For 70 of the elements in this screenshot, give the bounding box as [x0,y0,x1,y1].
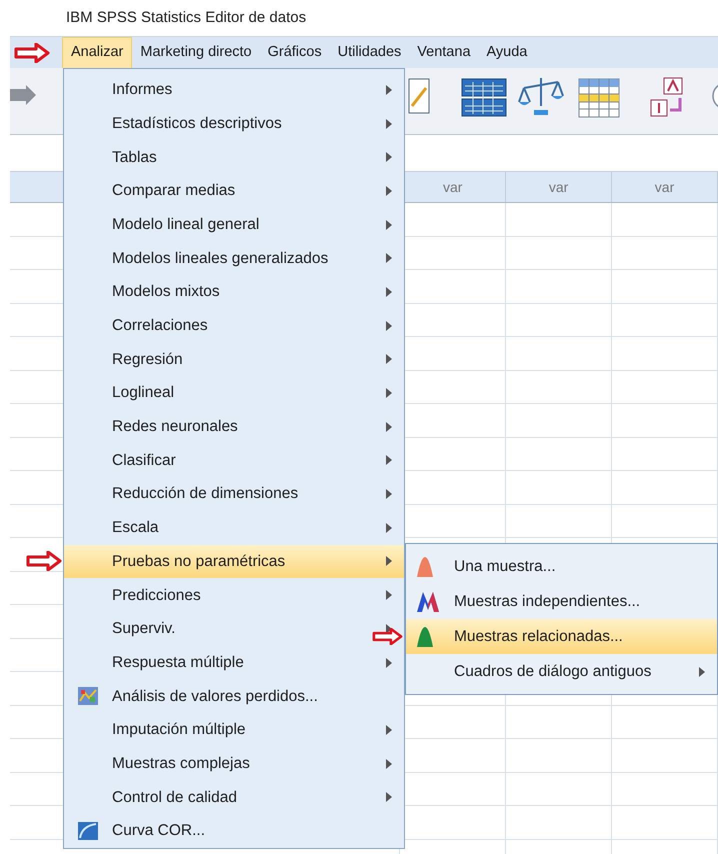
menu-item[interactable]: Curva COR... [64,814,404,848]
pointer-arrow-icon [371,628,404,645]
column-header: var [654,178,674,196]
submenu-arrow-icon [699,666,705,676]
forward-icon [10,85,36,107]
column-header: var [442,178,462,196]
peak-icon [416,556,434,576]
pointer-arrow-icon [26,551,62,571]
menu-item[interactable]: Análisis de valores perdidos... [64,679,404,714]
menu-item[interactable]: Ayuda [478,36,536,68]
submenu-arrow-icon [386,253,392,264]
pointer-arrow-icon [14,43,50,63]
menu-item[interactable]: Cuadros de diálogo antiguos [406,654,717,689]
submenu-arrow-icon [386,118,392,129]
submenu-arrow-icon [386,489,392,500]
submenu-arrow-icon [386,556,392,566]
submenu-arrow-icon [386,320,392,331]
menu-item[interactable]: Muestras independientes... [406,584,717,619]
submenu-arrow-icon [386,422,392,432]
submenu-arrow-icon [386,724,392,735]
submenu-arrow-icon [386,758,392,769]
double-peak-icon [416,592,440,612]
menu-item[interactable]: Pruebas no paramétricas [64,544,404,578]
menu-item[interactable]: Gráficos [260,36,330,68]
submenu-arrow-icon [386,286,392,297]
menu-item[interactable]: Modelo lineal general [64,208,404,242]
submenu-arrow-icon [386,792,392,802]
menu-item[interactable]: Correlaciones [64,308,404,342]
menu-item[interactable]: Estadísticos descriptivos [64,106,404,140]
menu-item[interactable]: Superviv. [64,612,404,646]
menu-item[interactable]: Predicciones [64,578,404,612]
menu-item[interactable]: Comparar medias [64,174,404,208]
curve-icon [78,822,98,840]
menu-item[interactable]: Muestras relacionadas... [406,619,717,654]
column-header: var [548,178,568,196]
menu-item[interactable]: Ventana [409,36,479,68]
menu-item[interactable]: Analizar [62,36,132,68]
menu-item[interactable]: Modelos lineales generalizados [64,241,404,276]
menu-item[interactable]: Loglineal [64,376,404,410]
submenu-arrow-icon [386,522,392,533]
submenu-arrow-icon [386,152,392,162]
menu-item[interactable]: Reducción de dimensiones [64,477,404,511]
menu-item[interactable]: Modelos mixtos [64,275,404,309]
window-title: IBM SPSS Statistics Editor de datos [66,8,306,28]
submenu-arrow-icon [386,455,392,466]
chart-icon [78,687,98,706]
submenu-arrow-icon [386,186,392,196]
menu-item[interactable]: Clasificar [64,444,404,478]
submenu-arrow-icon [386,354,392,364]
menu-item[interactable]: Imputación múltiple [64,713,404,747]
menu-item[interactable]: Tablas [64,140,404,174]
table-edit-icon [408,78,430,114]
grid-icon [578,78,620,118]
submenu-arrow-icon [386,220,392,230]
menu-item[interactable]: Informes [64,73,404,107]
menu-item[interactable]: Redes neuronales [64,410,404,444]
menu-item[interactable]: Regresión [64,342,404,376]
menu-item[interactable]: Respuesta múltiple [64,646,404,680]
menu-item[interactable]: Muestras complejas [64,746,404,780]
table-icon [461,78,507,118]
menu-item[interactable]: Marketing directo [132,36,260,68]
submenu-arrow-icon [386,590,392,600]
submenu-arrow-icon [386,388,392,398]
menu-item[interactable]: Utilidades [330,36,410,68]
menu-item[interactable]: Control de calidad [64,780,404,814]
submenu-arrow-icon [386,84,392,95]
submenu-arrow-icon [386,658,392,668]
menu-item[interactable]: Una muestra... [406,549,717,584]
menu-item[interactable]: Escala [64,510,404,545]
peak-icon [416,626,434,646]
